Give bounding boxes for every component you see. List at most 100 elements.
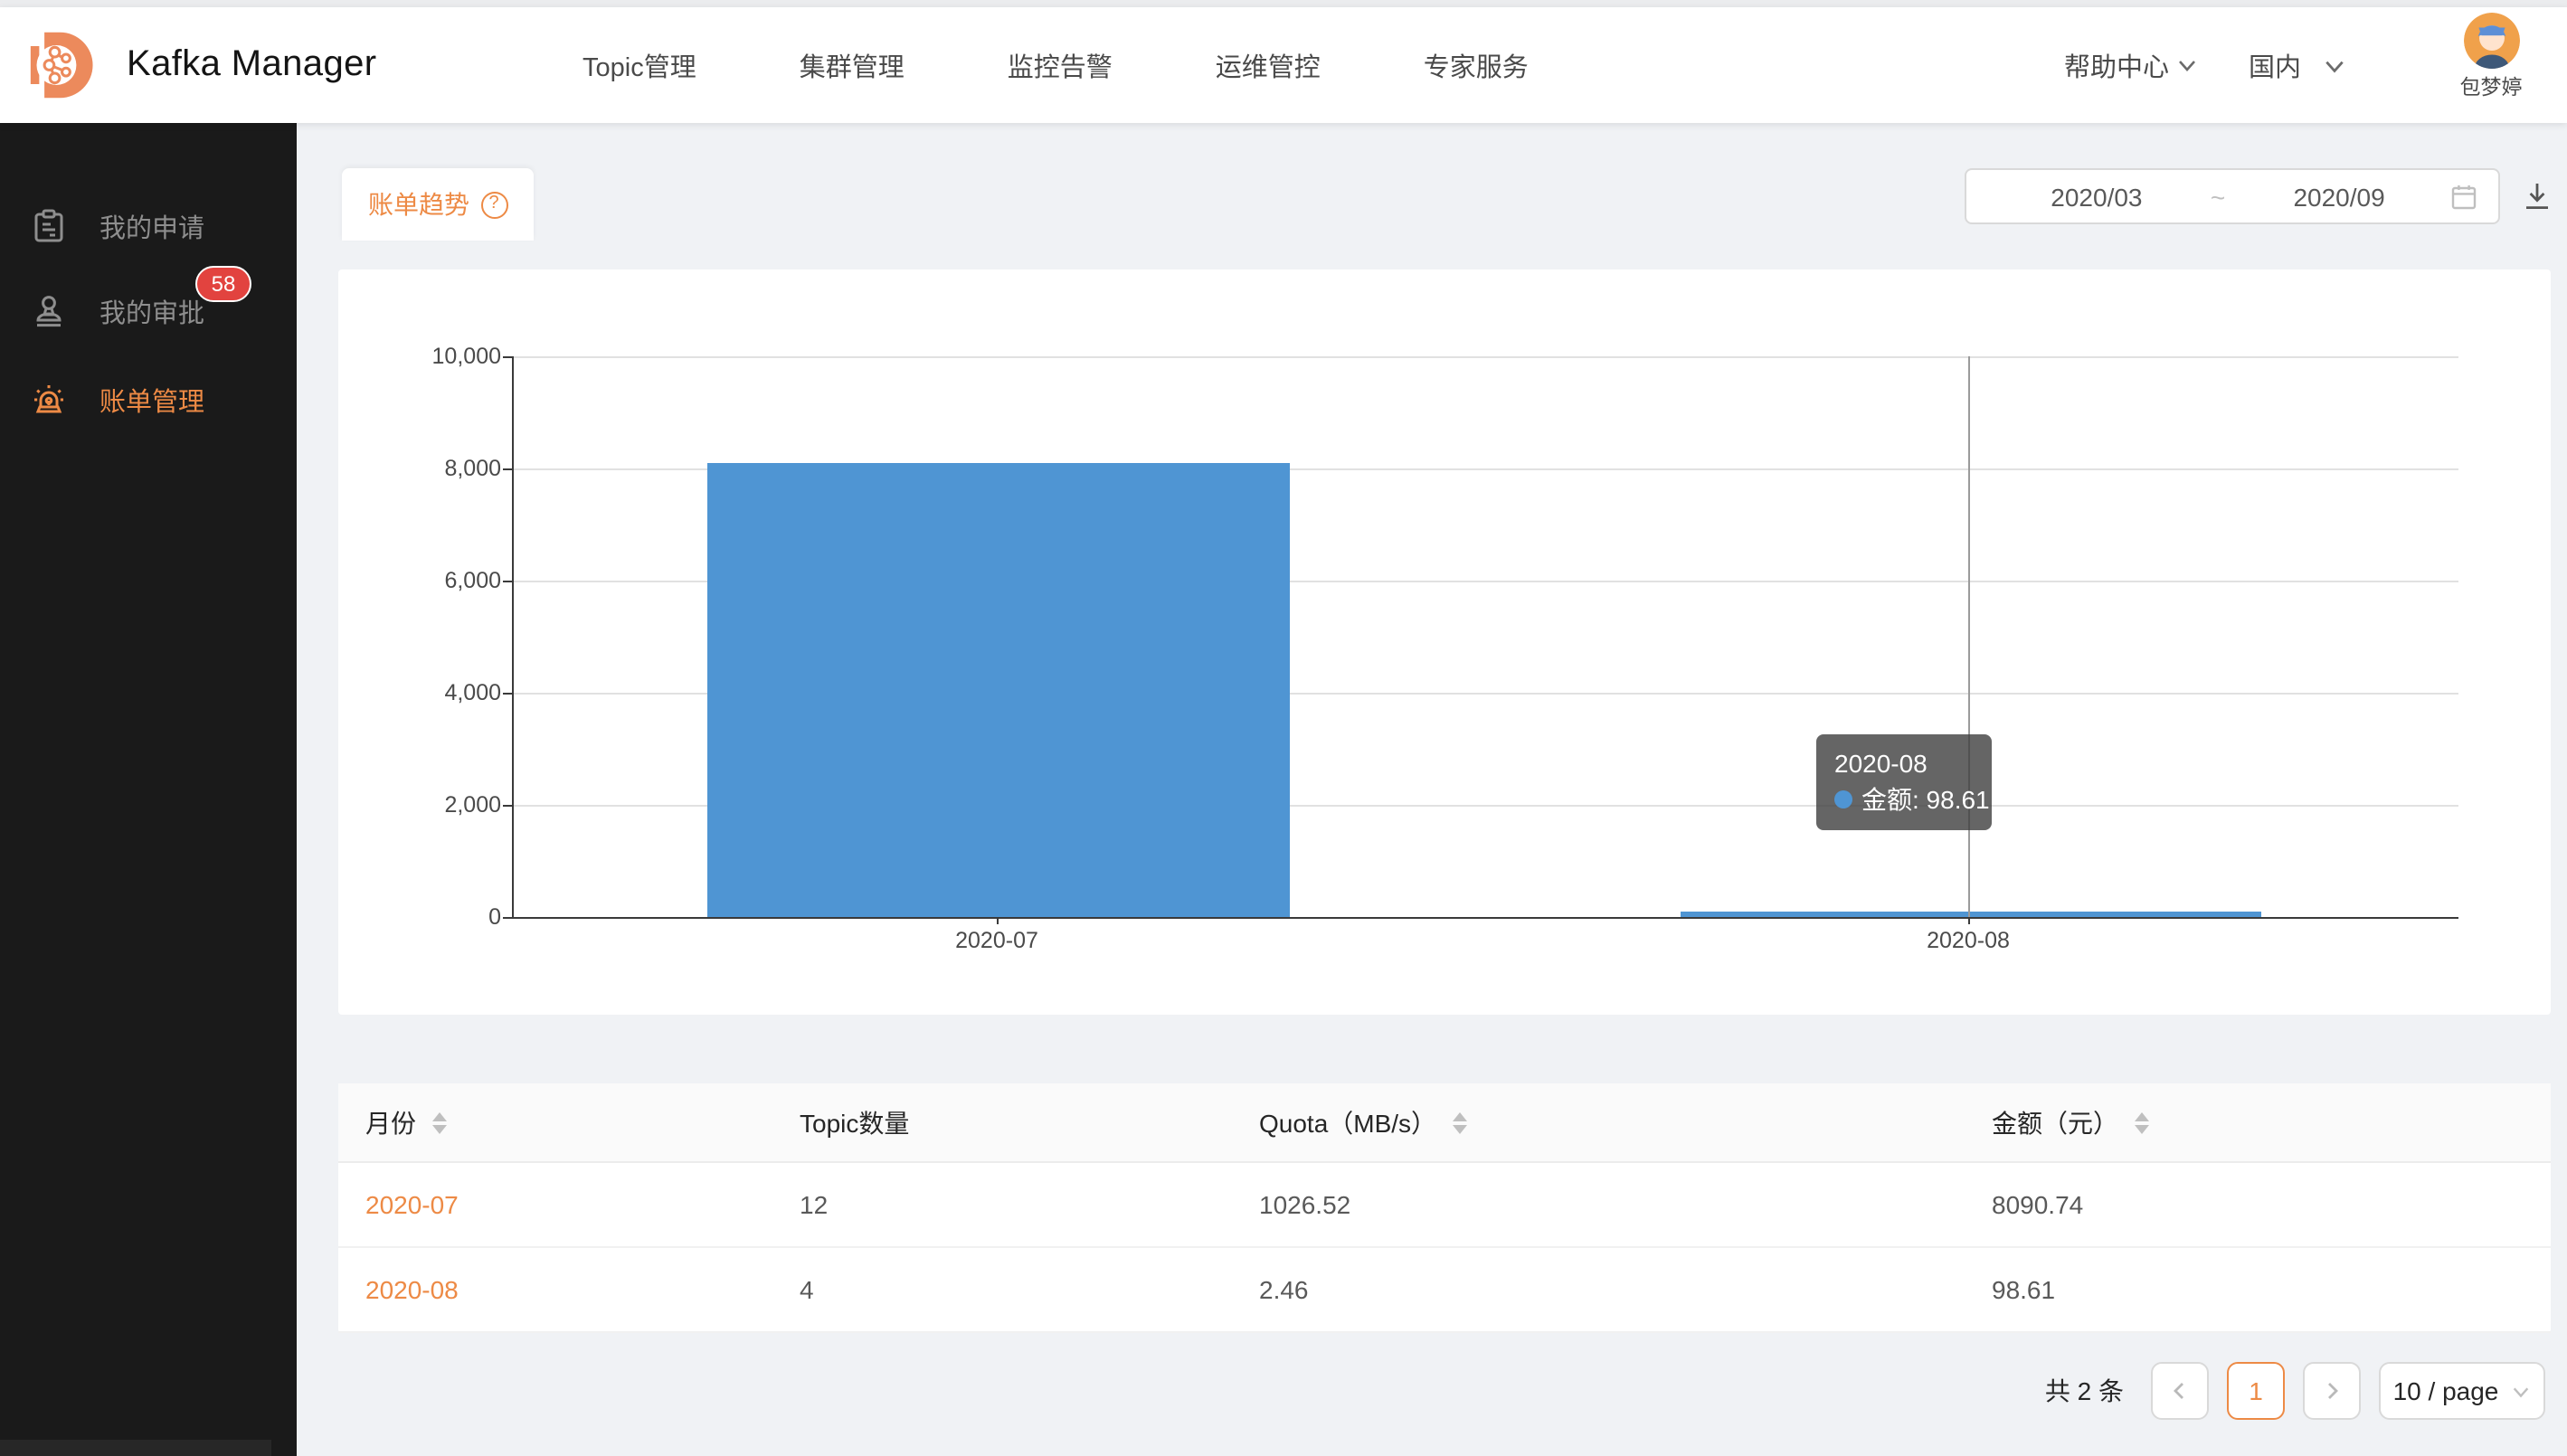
total-count-text: 共 2 条 [2045, 1373, 2124, 1409]
cell-quota: 1026.52 [1259, 1190, 1992, 1219]
app-logo-icon[interactable] [27, 27, 103, 103]
bar-2020-08[interactable] [1681, 912, 2261, 917]
tab-bill-trend[interactable]: 账单趋势 ? [342, 168, 534, 241]
date-range-picker[interactable]: 2020/03 ~ 2020/09 [1965, 168, 2500, 224]
region-label: 国内 [2249, 46, 2301, 84]
y-axis-label: 4,000 [371, 680, 501, 705]
nav-item-expert[interactable]: 专家服务 [1424, 46, 1529, 84]
help-center-menu[interactable]: 帮助中心 [2064, 7, 2198, 123]
pagination: 共 2 条 1 10 / page [2045, 1360, 2545, 1422]
chart-tooltip: 2020-08 金额: 98.61 [1816, 734, 1992, 830]
top-navbar: Kafka Manager Topic管理 集群管理 监控告警 运维管控 专家服… [0, 7, 2567, 123]
main-nav: Topic管理 集群管理 监控告警 运维管控 专家服务 [583, 7, 1529, 123]
date-range-separator: ~ [2207, 182, 2229, 211]
download-icon[interactable] [2522, 181, 2553, 212]
x-axis-tick [997, 917, 999, 924]
column-label: 金额（元） [1992, 1104, 2118, 1140]
page-1-button[interactable]: 1 [2227, 1362, 2285, 1420]
gridline [512, 356, 2458, 358]
page-size-value: 10 / page [2393, 1376, 2499, 1405]
x-axis-label: 2020-08 [1860, 928, 2077, 953]
calendar-icon [2449, 182, 2478, 211]
y-axis-label: 8,000 [371, 456, 501, 481]
column-header-amount[interactable]: 金额（元） [1992, 1104, 2551, 1140]
y-axis-tick [503, 468, 512, 470]
axis-pointer-line [1968, 356, 1970, 917]
series-dot-icon [1834, 790, 1852, 808]
sidebar-item-label: 账单管理 [99, 381, 204, 419]
y-axis-line [512, 356, 514, 917]
page-size-select[interactable]: 10 / page [2379, 1362, 2545, 1420]
y-axis-label: 10,000 [371, 344, 501, 369]
sort-icon[interactable] [2135, 1111, 2149, 1133]
column-label: Quota（MB/s） [1259, 1104, 1436, 1140]
sidebar-collapse-bar[interactable] [0, 1440, 271, 1456]
help-center-label: 帮助中心 [2064, 46, 2169, 84]
sidebar-item-label: 我的审批 [99, 292, 204, 330]
column-label: Topic数量 [800, 1104, 909, 1140]
chevron-down-icon [2176, 54, 2198, 76]
nav-item-topic[interactable]: Topic管理 [583, 46, 696, 84]
help-question-icon[interactable]: ? [480, 191, 507, 218]
cell-amount: 8090.74 [1992, 1190, 2551, 1219]
date-end-input[interactable]: 2020/09 [2229, 182, 2449, 211]
cell-topic-count: 12 [800, 1190, 1259, 1219]
y-axis-tick [503, 805, 512, 807]
column-header-quota[interactable]: Quota（MB/s） [1259, 1104, 1992, 1140]
sidebar-item-my-approvals[interactable]: 我的审批 [0, 275, 297, 347]
sidebar-item-my-applications[interactable]: 我的申请 [0, 190, 297, 262]
x-axis-label: 2020-07 [888, 928, 1105, 953]
sort-icon[interactable] [432, 1111, 447, 1133]
tooltip-title: 2020-08 [1834, 745, 1974, 781]
sidebar-item-billing[interactable]: 账单管理 [0, 364, 297, 436]
column-header-topic-count: Topic数量 [800, 1104, 1259, 1140]
approvals-count-badge: 58 [195, 266, 251, 302]
next-page-button[interactable] [2303, 1362, 2361, 1420]
y-axis-label: 2,000 [371, 792, 501, 818]
tab-bill-trend-label: 账单趋势 [368, 186, 469, 222]
nav-item-monitor[interactable]: 监控告警 [1008, 46, 1113, 84]
sidebar: 我的申请 我的审批 58 [0, 123, 297, 1456]
date-start-input[interactable]: 2020/03 [1986, 182, 2207, 211]
y-axis-label: 6,000 [371, 568, 501, 593]
nav-item-cluster[interactable]: 集群管理 [800, 46, 905, 84]
x-axis-line [512, 917, 2458, 919]
tooltip-value: 金额: 98.61 [1861, 785, 1990, 814]
clipboard-icon [31, 208, 67, 244]
cell-topic-count: 4 [800, 1275, 1259, 1304]
app-title: Kafka Manager [127, 44, 377, 86]
y-axis-tick [503, 356, 512, 358]
prev-page-button[interactable] [2151, 1362, 2209, 1420]
column-label: 月份 [365, 1104, 416, 1140]
month-link[interactable]: 2020-08 [365, 1275, 459, 1304]
sidebar-item-label: 我的申请 [99, 207, 204, 245]
chevron-down-icon [2323, 53, 2346, 77]
billing-table: 月份 Topic数量 Quota（MB/s） 金额（元） 2020-07 12 … [338, 1083, 2551, 1333]
table-row: 2020-08 4 2.46 98.61 [338, 1248, 2551, 1333]
region-select[interactable]: 国内 [2249, 7, 2346, 123]
tooltip-series-row: 金额: 98.61 [1834, 781, 1974, 818]
x-axis-tick [1968, 917, 1970, 924]
sort-icon[interactable] [1453, 1111, 1467, 1133]
cell-amount: 98.61 [1992, 1275, 2551, 1304]
column-header-month[interactable]: 月份 [365, 1104, 800, 1140]
table-header-row: 月份 Topic数量 Quota（MB/s） 金额（元） [338, 1083, 2551, 1163]
bar-2020-07[interactable] [707, 463, 1290, 917]
chevron-down-icon [2511, 1381, 2531, 1401]
bill-trend-chart: 10,000 8,000 6,000 4,000 2,000 0 2020-07… [338, 269, 2551, 1015]
nav-item-ops[interactable]: 运维管控 [1216, 46, 1321, 84]
siren-icon [31, 382, 67, 418]
month-link[interactable]: 2020-07 [365, 1190, 459, 1219]
window-top-strip [0, 0, 2567, 7]
y-axis-tick [503, 693, 512, 695]
y-axis-label: 0 [371, 904, 501, 930]
table-row: 2020-07 12 1026.52 8090.74 [338, 1163, 2551, 1248]
user-name: 包梦婷 [2446, 78, 2536, 101]
app-root: Kafka Manager Topic管理 集群管理 监控告警 运维管控 专家服… [0, 0, 2567, 1456]
user-menu[interactable]: 包梦婷 [2446, 13, 2536, 101]
user-avatar [2463, 13, 2519, 69]
cell-quota: 2.46 [1259, 1275, 1992, 1304]
stamp-icon [31, 293, 67, 329]
y-axis-tick [503, 581, 512, 582]
y-axis-tick [503, 917, 512, 919]
